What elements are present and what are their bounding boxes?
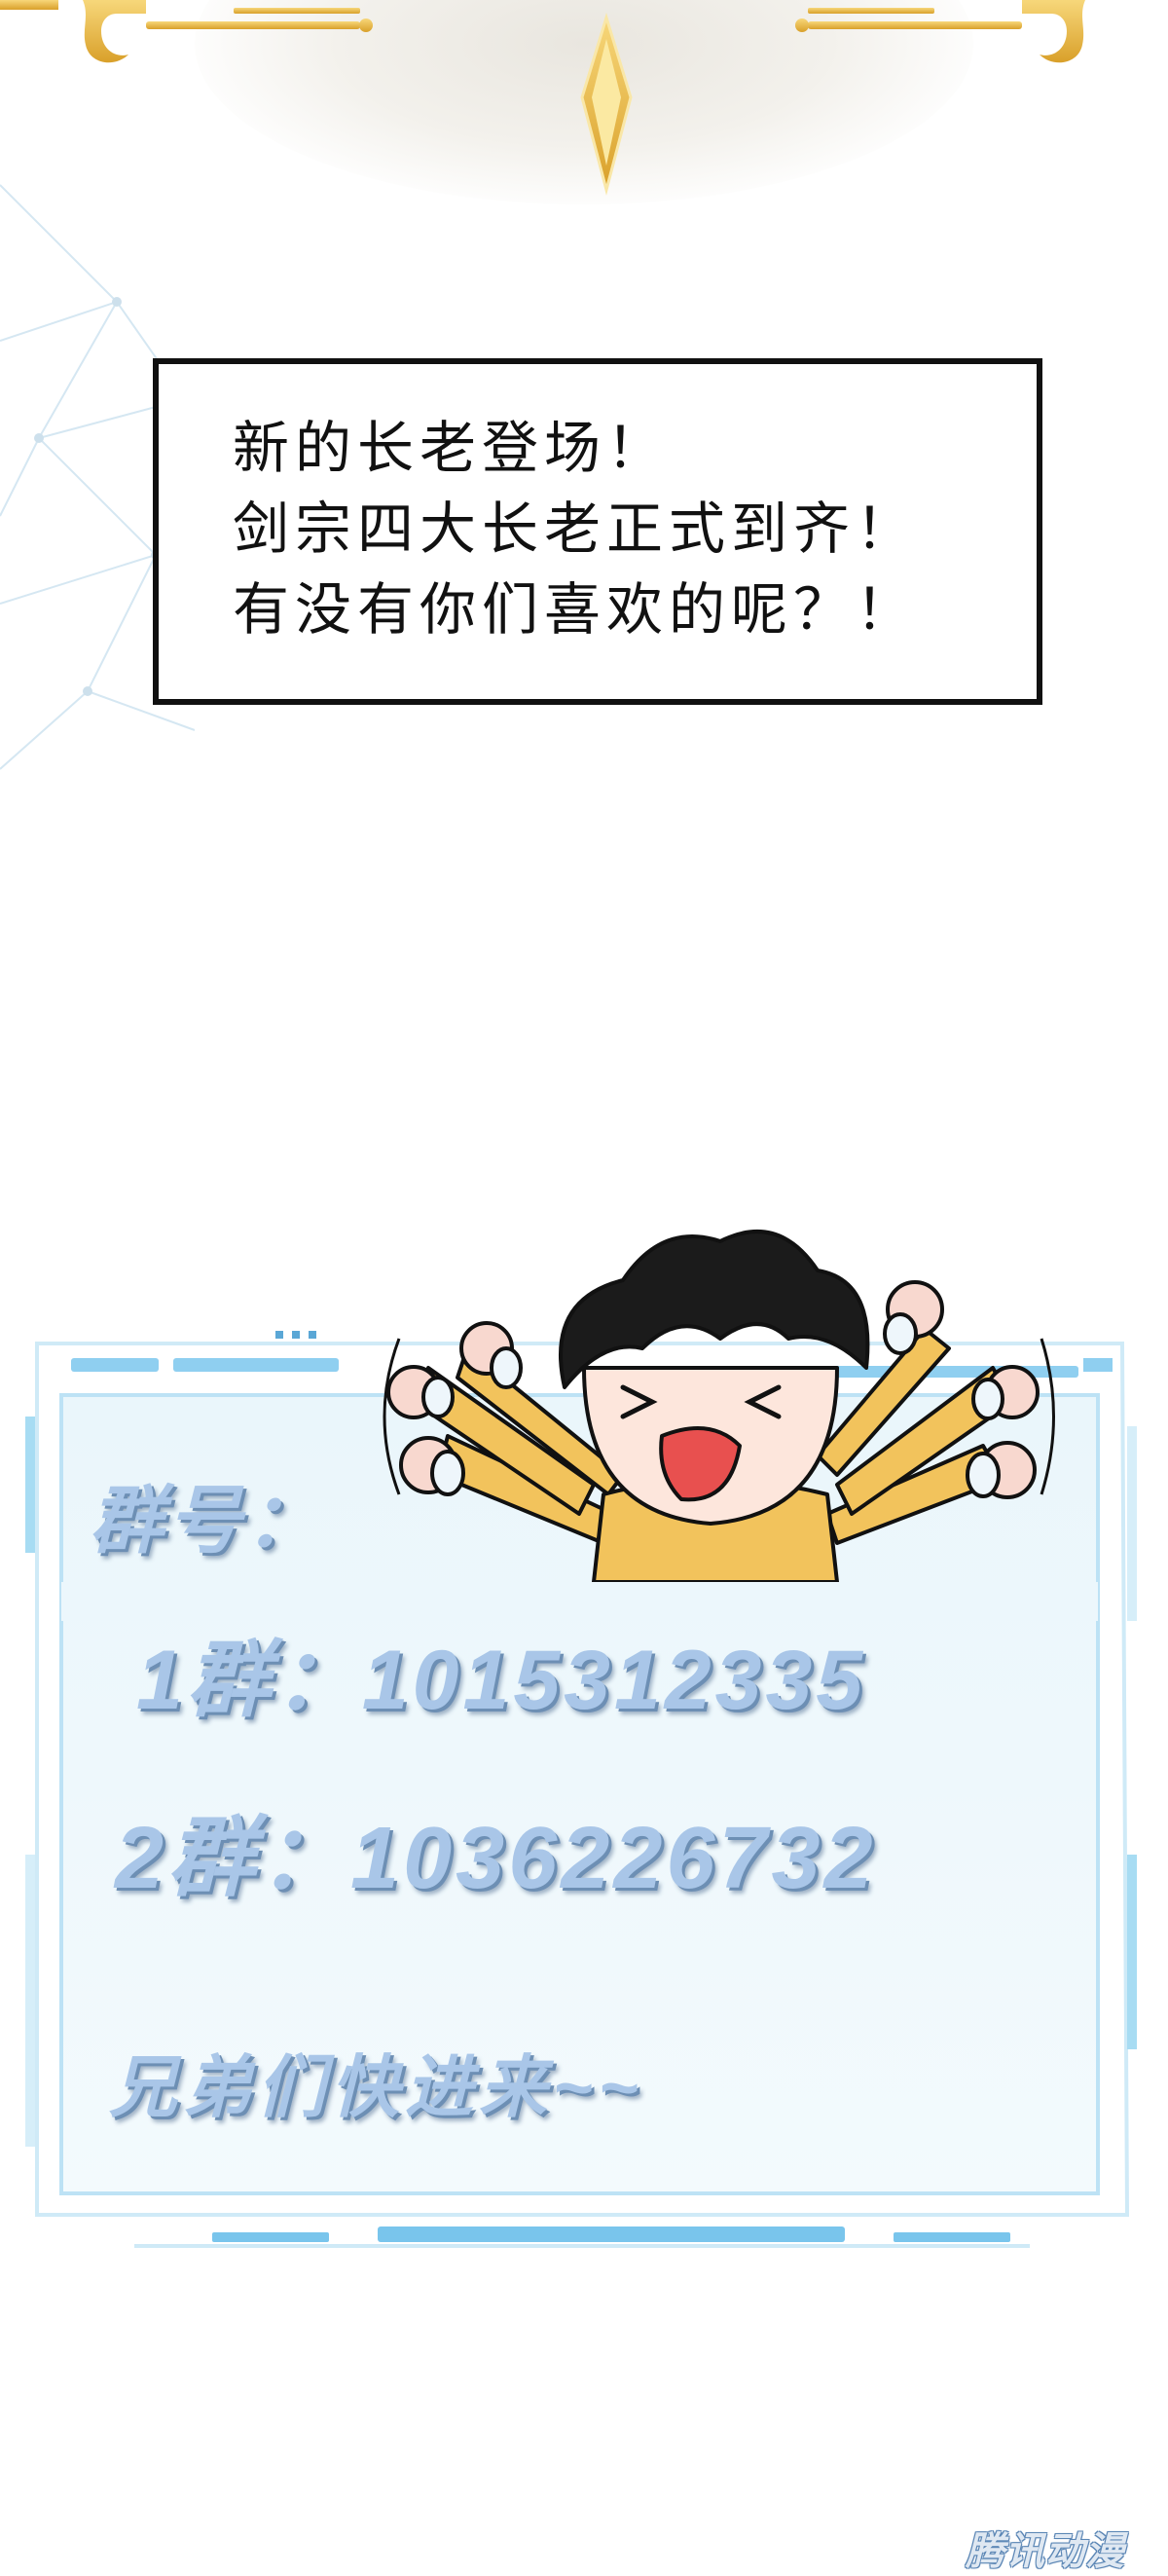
dialogue-line-2: 剑宗四大长老正式到齐！ <box>233 496 919 562</box>
group-1-number: 1群：1015312335 <box>136 1634 867 1727</box>
chibi-character-icon <box>383 1230 1055 1582</box>
group-2-number: 2群：1036226732 <box>115 1810 877 1907</box>
invite-text: 兄弟们快进来~~ <box>109 2049 644 2125</box>
dialogue-line-3: 有没有你们喜欢的呢？！ <box>233 576 919 643</box>
dialogue-line-1: 新的长老登场！ <box>233 415 670 481</box>
watermark: 腾讯动漫 <box>966 2530 1125 2573</box>
dialogue-box: 新的长老登场！ 剑宗四大长老正式到齐！ 有没有你们喜欢的呢？！ <box>153 358 1042 705</box>
group-label: 群号： <box>90 1480 323 1563</box>
